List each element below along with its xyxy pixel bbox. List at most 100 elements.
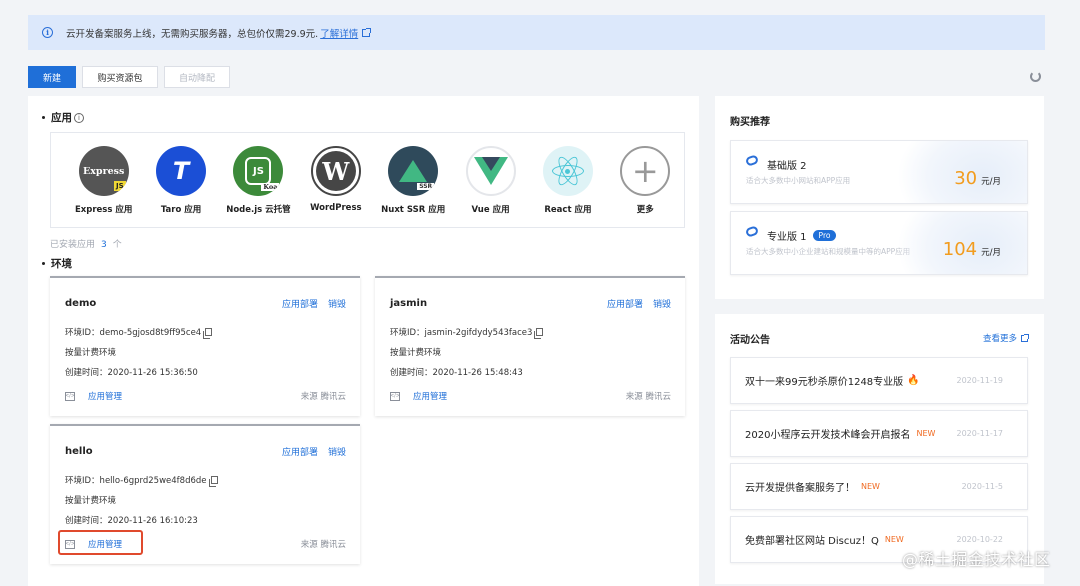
plan-card-basic[interactable]: 基础版 2 适合大多数中小网站和APP应用 30 元/月 [730,140,1028,204]
env-actions: 应用部署 销毁 [282,445,346,458]
nodejs-logo-icon: JS Koa [233,146,284,196]
env-billing: 按量计费环境 [65,348,117,358]
copy-icon[interactable] [534,328,544,339]
app-name: WordPress [310,203,362,213]
app-name: Vue 应用 [471,205,510,215]
wordpress-logo-icon: W [310,146,361,196]
env-actions: 应用部署 销毁 [607,297,671,310]
apps-title-label: 应用 [51,112,72,124]
cloud-icon [744,225,760,238]
app-express[interactable]: Express JS Express 应用 [65,133,142,227]
new-button[interactable]: 新建 [28,66,76,88]
env-name: jasmin [390,298,428,309]
external-link-icon[interactable] [362,27,372,37]
plan-price: 104 元/月 [943,239,1001,260]
app-taro[interactable]: T Taro 应用 [142,133,219,227]
installed-apps-count: 已安装应用 3 个 [50,237,122,250]
deploy-link[interactable]: 应用部署 [607,297,643,310]
copy-icon[interactable] [208,476,218,487]
env-name: hello [65,446,93,457]
app-wordpress[interactable]: W WordPress [297,133,374,227]
deploy-link[interactable]: 应用部署 [282,445,318,458]
installed-label: 已安装应用 [50,240,96,250]
plan-name-text: 基础版 2 [767,161,807,172]
news-title: 2020小程序云开发技术峰会开启报名 NEW [745,426,935,441]
nodejs-hexagon: JS [245,157,272,185]
purchase-title: 购买推荐 [730,117,770,128]
app-nodejs[interactable]: JS Koa Node.js 云托管 [220,133,297,227]
announcement-item[interactable]: 2020小程序云开发技术峰会开启报名 NEW 2020-11-17 [730,410,1028,457]
installed-unit: 个 [112,240,122,250]
app-more[interactable]: + 更多 [607,133,684,227]
view-more-link[interactable]: 查看更多 [983,332,1029,344]
env-id: 环境ID：jasmin-2gifdydy543face3 [390,326,544,339]
announcement-item[interactable]: 云开发提供备案服务了！ NEW 2020-11-5 [730,463,1028,510]
notice-link[interactable]: 了解详情 [320,26,358,40]
app-react[interactable]: React 应用 [529,133,606,227]
vue-logo-icon [465,146,516,196]
copy-icon[interactable] [203,328,213,339]
env-id: 环境ID：demo-5gjosd8t9ff95ce4 [65,326,213,339]
new-tag: NEW [861,482,880,491]
app-name: 更多 [636,205,654,215]
auto-downgrade-button: 自动降配 [164,66,230,88]
env-id: 环境ID：hello-6gprd25we4f8d6de [65,474,218,487]
app-name: Express 应用 [74,205,133,215]
env-source: 来源 腾讯云 [300,540,346,550]
plan-name-text: 专业版 1 [767,232,807,243]
plan-desc: 适合大多数中小企业建站和规模量中等的APP应用 [746,247,911,256]
nuxt-triangle [399,160,428,182]
env-section-title: 环境 [42,256,72,271]
js-badge: JS [114,181,126,191]
destroy-link[interactable]: 销毁 [328,445,346,458]
code-icon: </> [64,391,76,401]
help-icon[interactable]: i [74,112,84,123]
purchase-panel: 购买推荐 基础版 2 适合大多数中小网站和APP应用 30 元/月 专业版 1 P… [715,96,1044,299]
highlight-annotation [58,530,143,555]
env-id-text: 环境ID：hello-6gprd25we4f8d6de [65,476,207,486]
nuxt-logo-icon: SSR [388,146,439,196]
app-manage-link[interactable]: </> 应用管理 [65,390,122,402]
app-name: Nuxt SSR 应用 [381,205,446,215]
app-manage-link[interactable]: </> 应用管理 [390,390,447,402]
external-link-icon [1021,333,1029,342]
plus-icon: + [620,146,671,196]
installed-count[interactable]: 3 [101,240,107,250]
news-date: 2020-11-5 [961,482,1003,491]
env-created: 创建时间：2020-11-26 15:48:43 [390,368,523,378]
news-date: 2020-11-19 [956,376,1004,385]
new-tag: NEW [884,535,904,544]
app-vue[interactable]: Vue 应用 [452,133,529,227]
news-title-text: 2020小程序云开发技术峰会开启报名 [745,430,911,441]
env-card-jasmin: jasmin 应用部署 销毁 环境ID：jasmin-2gifdydy543fa… [375,276,685,416]
news-date: 2020-11-17 [956,429,1004,438]
wordpress-logo-text: W [322,156,350,186]
plan-price: 30 元/月 [954,168,1001,189]
env-id-text: 环境ID：demo-5gjosd8t9ff95ce4 [65,328,202,338]
apps-grid: Express JS Express 应用 T Taro 应用 JS Koa N… [50,132,685,228]
main-panel: 应用 i Express JS Express 应用 T Taro 应用 JS … [28,96,699,586]
react-logo-icon [542,146,593,196]
price-unit: 元/月 [981,177,1001,187]
plan-card-pro[interactable]: 专业版 1 Pro 适合大多数中小企业建站和规模量中等的APP应用 104 元/月 [730,211,1028,275]
plan-name: 专业版 1 Pro [767,228,837,243]
news-date: 2020-10-22 [956,535,1004,544]
app-nuxt[interactable]: SSR Nuxt SSR 应用 [375,133,452,227]
deploy-link[interactable]: 应用部署 [282,297,318,310]
buy-package-button[interactable]: 购买资源包 [82,66,158,88]
env-source: 来源 腾讯云 [625,392,671,402]
taro-logo-icon: T [156,146,207,196]
app-name: React 应用 [544,205,592,215]
manage-label: 应用管理 [413,392,448,402]
destroy-link[interactable]: 销毁 [328,297,346,310]
code-icon: </> [389,391,401,401]
fire-icon: 🔥 [907,375,920,386]
destroy-link[interactable]: 销毁 [653,297,671,310]
nodejs-logo-text: JS [252,165,264,177]
bullet-icon [42,262,45,265]
env-actions: 应用部署 销毁 [282,297,346,310]
plan-name: 基础版 2 [767,157,807,172]
refresh-icon[interactable] [1030,71,1041,82]
announcement-item[interactable]: 双十一来99元秒杀原价1248专业版 🔥 2020-11-19 [730,357,1028,404]
app-name: Node.js 云托管 [226,205,291,215]
